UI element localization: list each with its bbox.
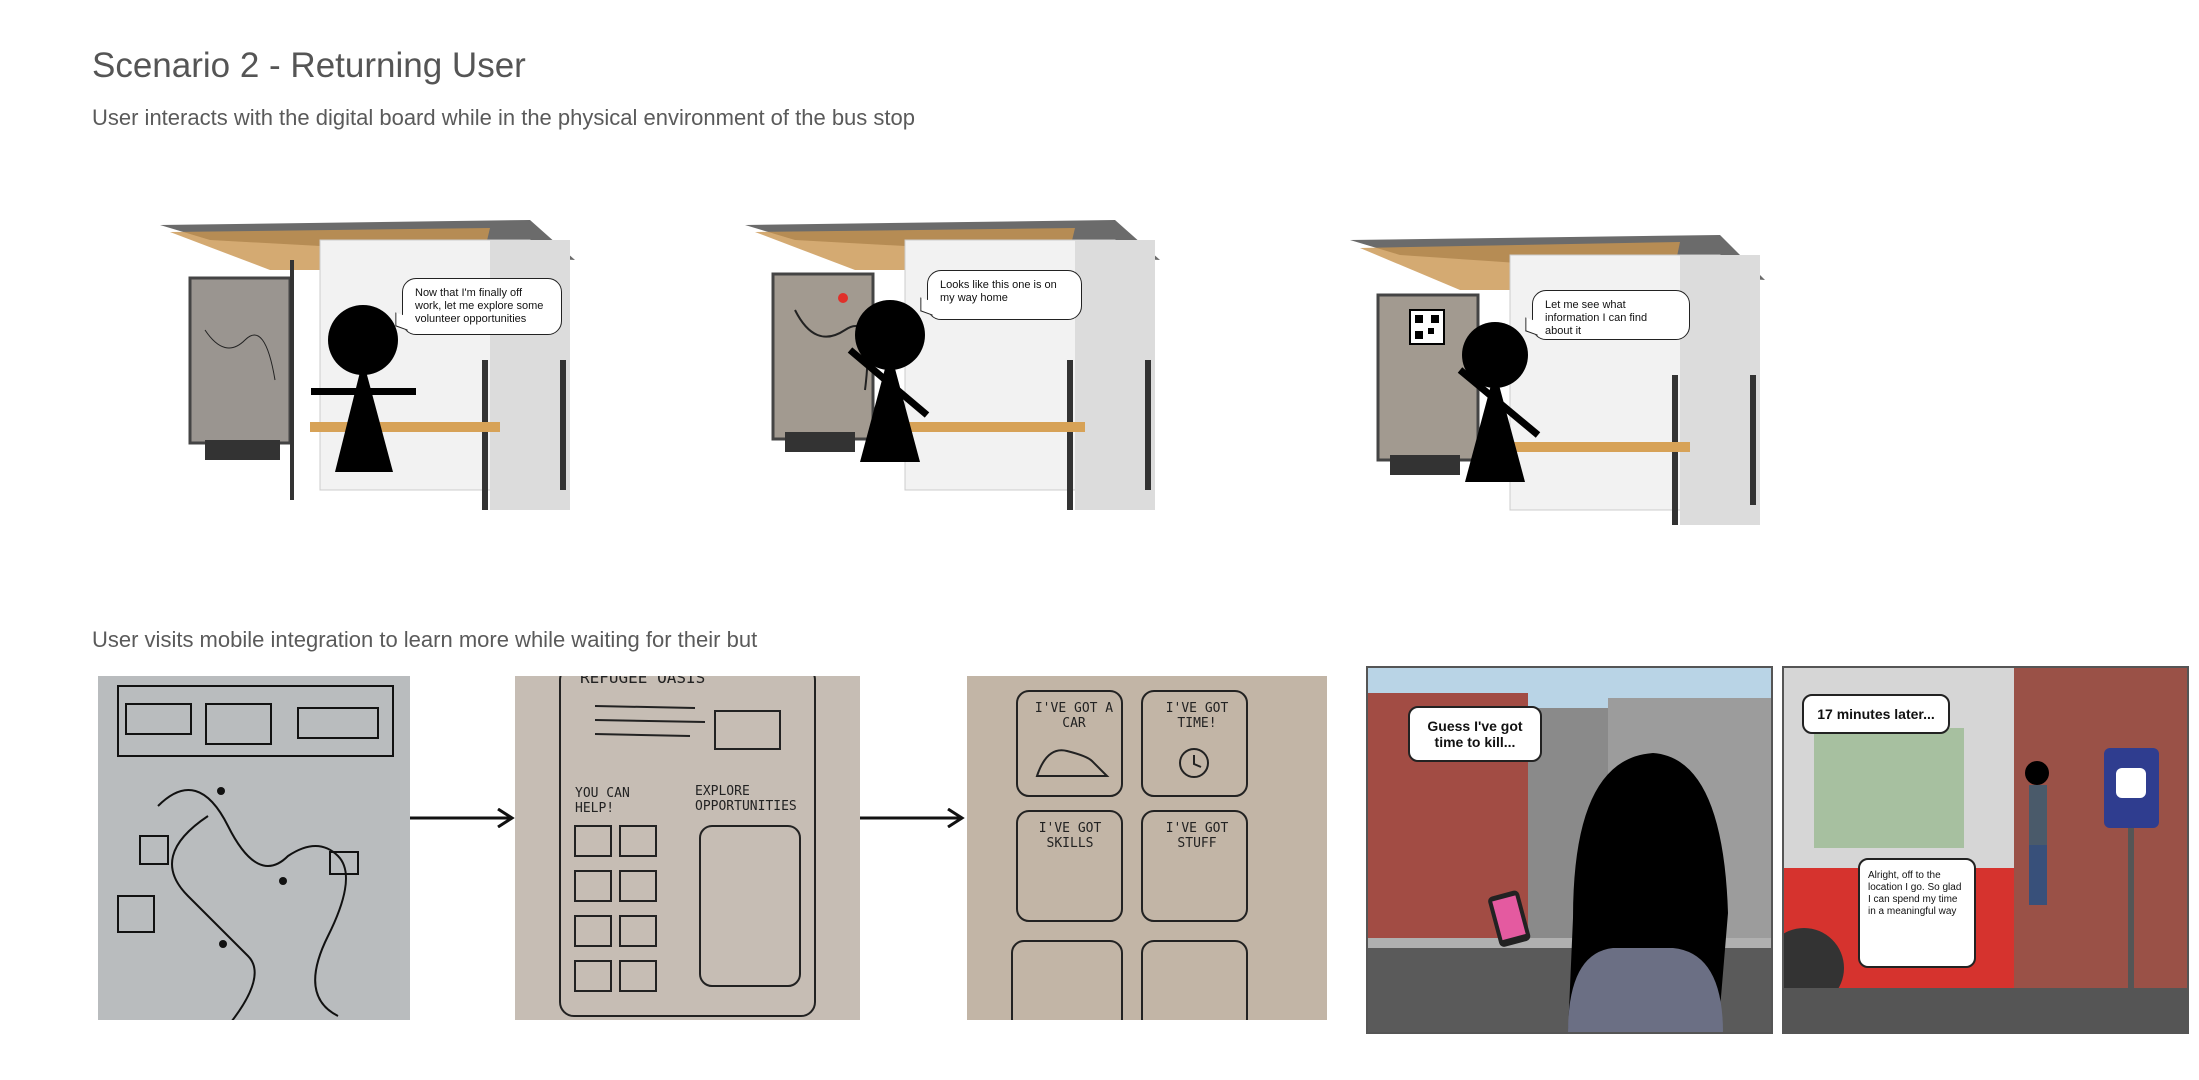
sketch-label: I'VE GOT TIME!	[1165, 701, 1229, 731]
bus-stop-scene-2: Looks like this one is on my way home	[695, 200, 1165, 520]
section-caption: User visits mobile integration to learn …	[92, 627, 758, 652]
page-subtitle: User interacts with the digital board wh…	[92, 105, 915, 130]
page-title: Scenario 2 - Returning User	[92, 46, 526, 85]
sketch-label: I'VE GOT A CAR	[1034, 701, 1114, 731]
bus-stop-scene-3: Let me see what information I can find a…	[1300, 200, 1770, 540]
comic-speech-bubble: Guess I've got time to kill...	[1408, 706, 1542, 762]
bus-stop-scene-1: Now that I'm finally off work, let me ex…	[110, 200, 580, 520]
paper-sketch-1	[98, 676, 410, 1020]
comic-panel-1: Guess I've got time to kill...	[1366, 666, 1773, 1034]
bus-shelter-illustration	[160, 220, 575, 510]
bus-shelter-illustration	[1350, 235, 1765, 525]
speech-bubble: Now that I'm finally off work, let me ex…	[402, 278, 562, 335]
arrow-right-icon	[410, 808, 515, 828]
comic-caption-box: 17 minutes later...	[1802, 694, 1950, 734]
arrow-right-icon	[860, 808, 965, 828]
sketch-label: I'VE GOT SKILLS	[1038, 821, 1102, 851]
paper-sketch-3: I'VE GOT A CAR I'VE GOT TIME! I'VE GOT S…	[967, 676, 1327, 1020]
sketch-label: YOU CAN HELP!	[575, 786, 630, 816]
wireframe-sketch	[559, 676, 816, 1017]
wireframe-sketch	[117, 685, 394, 1020]
comic-speech-bubble: Alright, off to the location I go. So gl…	[1858, 858, 1976, 968]
bus-shelter-illustration	[745, 220, 1160, 510]
paper-sketch-2: REFUGEE OASIS YOU CAN HELP! EXPLORE OPPO…	[515, 676, 860, 1020]
wireframe-sketch	[1011, 690, 1248, 1020]
map-pin-icon	[838, 293, 848, 303]
speech-bubble: Let me see what information I can find a…	[1532, 290, 1690, 340]
sketch-label: REFUGEE OASIS	[580, 676, 706, 687]
sketch-label: I'VE GOT STUFF	[1165, 821, 1229, 851]
comic-panel-2: 17 minutes later... Alright, off to the …	[1782, 666, 2189, 1034]
speech-bubble: Looks like this one is on my way home	[927, 270, 1082, 320]
sketch-label: EXPLORE OPPORTUNITIES	[695, 784, 797, 814]
